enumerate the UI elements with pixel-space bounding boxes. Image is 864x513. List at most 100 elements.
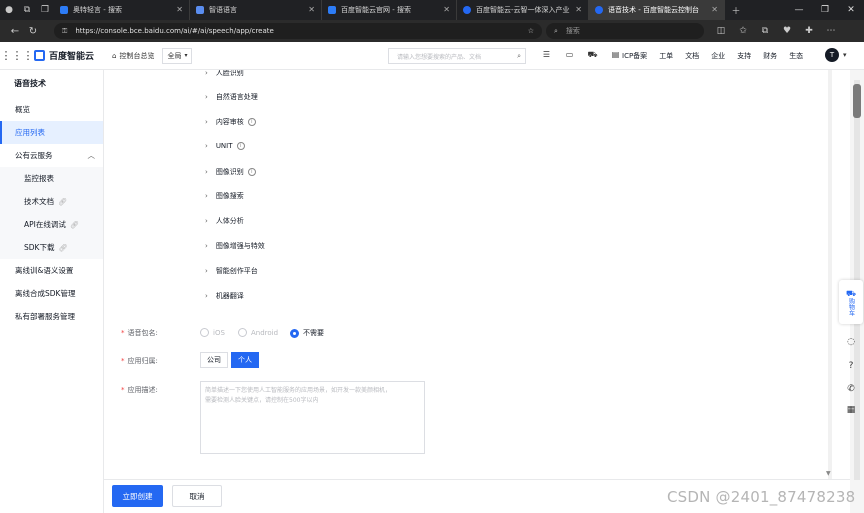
tree-item-creation[interactable]: › 智能创作平台 xyxy=(205,266,258,276)
browser-search-placeholder: 搜索 xyxy=(565,27,580,35)
sidebar-item-offline-train[interactable]: 离线训&语义设置 xyxy=(0,259,103,282)
console-overview-label: 控制台总览 xyxy=(119,51,155,60)
close-icon[interactable]: ✕ xyxy=(575,5,582,14)
sidebar-item-overview[interactable]: 概览 xyxy=(0,98,103,121)
browser-search-field[interactable]: ⌕ 搜索 xyxy=(546,23,704,39)
tree-item-image-enhance[interactable]: › 图像增强与特效 xyxy=(205,241,265,251)
cart-icon[interactable]: ⛟ xyxy=(581,50,604,60)
close-icon[interactable]: ✕ xyxy=(308,5,315,14)
tree-item-translation[interactable]: › 机器翻译 xyxy=(205,291,244,301)
browser-tab-4[interactable]: 百度智能云-云智一体深入产业 ✕ xyxy=(457,0,589,20)
sidebar-item-public-cloud[interactable]: 公有云服务 ︿ xyxy=(0,144,103,167)
content-scrollbar[interactable]: ▼ xyxy=(826,70,834,479)
extension-icon[interactable]: ♥ xyxy=(776,26,798,36)
header-search-input[interactable]: 请输入您想要搜索的产品、文档 ⌕ xyxy=(388,48,526,64)
maximize-icon[interactable]: ❐ xyxy=(812,5,838,15)
favorites-icon[interactable]: ✩ xyxy=(732,26,754,36)
tree-item-label: UNIT xyxy=(215,142,233,150)
sidebar-item-docs[interactable]: 技术文档 🔗︎ xyxy=(0,190,103,213)
sidebar-item-api-debug[interactable]: API在线调试 🔗︎ xyxy=(0,213,103,236)
required-mark: * xyxy=(121,329,125,337)
link-ticket[interactable]: 工单 xyxy=(659,51,673,61)
home-icon: ⌂ xyxy=(112,51,117,60)
sidebar-item-label: SDK下载 xyxy=(24,243,55,252)
workspaces-icon[interactable]: ⧉ xyxy=(18,0,36,20)
browser-tab-3[interactable]: 百度智能云官网 - 搜索 ✕ xyxy=(322,0,457,20)
browser-tab-2[interactable]: 智语语言 ✕ xyxy=(190,0,322,20)
tree-item-unit[interactable]: › UNIT i xyxy=(205,142,245,150)
owner-company-button[interactable]: 公司 xyxy=(200,352,228,368)
tree-item-image-search[interactable]: › 图像搜索 xyxy=(205,191,244,201)
chat-icon[interactable]: ◌ xyxy=(841,334,861,350)
qrcode-icon[interactable]: ▦ xyxy=(841,402,861,418)
phone-icon[interactable]: ✆ xyxy=(841,381,861,397)
sidebar-item-offline-sdk[interactable]: 离线合成SDK管理 xyxy=(0,282,103,305)
profile-icon[interactable]: ● xyxy=(0,0,18,20)
owner-personal-button[interactable]: 个人 xyxy=(231,352,259,368)
chevron-down-icon[interactable]: ▾ xyxy=(843,51,847,59)
region-select[interactable]: 全局 ▾ xyxy=(162,47,193,64)
refresh-icon[interactable]: ↻ xyxy=(24,26,42,37)
info-icon[interactable]: i xyxy=(247,118,256,126)
chevron-right-icon: › xyxy=(205,292,208,300)
split-screen-icon[interactable]: ◫ xyxy=(710,26,732,36)
avatar[interactable]: T xyxy=(825,48,839,62)
tree-item-body-analysis[interactable]: › 人体分析 xyxy=(205,216,244,226)
message-icon[interactable]: ▭ xyxy=(558,50,581,60)
tree-item-nlp[interactable]: › 自然语言处理 xyxy=(205,92,258,102)
create-button[interactable]: 立即创建 xyxy=(112,485,163,507)
tree-item-audit[interactable]: › 内容审核 i xyxy=(205,117,256,127)
favorite-star-icon[interactable]: ☆ xyxy=(528,27,534,35)
more-icon[interactable]: ⋯ xyxy=(820,26,842,36)
link-enterprise[interactable]: 企业 xyxy=(711,51,725,61)
cart-float-label: 购物车 xyxy=(847,297,855,316)
scroll-down-icon[interactable]: ▼ xyxy=(826,470,831,477)
info-icon[interactable]: i xyxy=(236,142,245,150)
menu-icon[interactable]: ☰ xyxy=(535,50,558,60)
sidebar-item-private-deploy[interactable]: 私有部署服务管理 xyxy=(0,305,103,328)
sidebar-item-monitor[interactable]: 监控报表 xyxy=(0,167,103,190)
radio-ios[interactable]: iOS xyxy=(200,328,225,337)
link-support[interactable]: 支持 xyxy=(737,51,751,61)
required-mark: * xyxy=(121,357,125,365)
close-window-icon[interactable]: ✕ xyxy=(838,5,864,15)
close-icon[interactable]: ✕ xyxy=(443,5,450,14)
help-icon[interactable]: ? xyxy=(841,358,861,374)
segment-label: 个人 xyxy=(238,356,252,364)
cancel-button[interactable]: 取消 xyxy=(172,485,222,507)
puzzle-icon[interactable]: ✚ xyxy=(798,26,820,36)
link-docs[interactable]: 文档 xyxy=(685,51,699,61)
info-icon[interactable]: i xyxy=(247,168,256,176)
console-overview-link[interactable]: ⌂ 控制台总览 xyxy=(112,51,154,61)
link-finance[interactable]: 财务 xyxy=(763,51,777,61)
tree-item-image-recognition[interactable]: › 图像识别 i xyxy=(205,167,256,177)
radio-android[interactable]: Android xyxy=(238,328,278,337)
sidebar-item-sdk[interactable]: SDK下载 🔗︎ xyxy=(0,236,103,259)
sidebar-item-app-list[interactable]: 应用列表 xyxy=(0,121,103,144)
browser-tab-1[interactable]: 奥特轻言 - 搜索 ✕ xyxy=(54,0,190,20)
close-icon[interactable]: ✕ xyxy=(176,5,183,14)
url-field[interactable]: ⚿ https://console.bce.baidu.com/ai/#/ai/… xyxy=(54,23,542,39)
apps-grid-icon[interactable]: ⋮⋮⋮ xyxy=(0,49,34,62)
tab-favicon-icon xyxy=(196,6,204,14)
browser-tab-5[interactable]: 语音技术 - 百度智能云控制台 ✕ xyxy=(589,0,725,20)
logo[interactable]: 百度智能云 xyxy=(34,49,94,62)
link-ecosystem[interactable]: 生态 xyxy=(789,51,803,61)
tree-item-label: 图像搜索 xyxy=(215,192,244,200)
sidebar-item-label: 离线训&语义设置 xyxy=(15,266,74,275)
link-icp[interactable]: ICP备案 xyxy=(622,51,647,61)
collections-icon[interactable]: ⧉ xyxy=(754,26,776,36)
new-tab-icon[interactable]: ＋ xyxy=(725,0,747,20)
radio-none[interactable]: 不需要 xyxy=(290,328,324,338)
radio-label: 不需要 xyxy=(303,329,324,337)
tab-list-icon[interactable]: ❐ xyxy=(36,0,54,20)
link-icon: 🔗︎ xyxy=(58,244,68,252)
scrollbar-thumb[interactable] xyxy=(853,84,861,118)
back-icon[interactable]: ← xyxy=(6,26,24,37)
minimize-icon[interactable]: — xyxy=(786,5,812,15)
cart-float-button[interactable]: ⛟ 购物车 xyxy=(839,280,863,324)
search-icon[interactable]: ⌕ xyxy=(517,52,521,61)
tree-item-face[interactable]: › 人脸识别 xyxy=(205,70,244,78)
app-description-textarea[interactable]: 简单描述一下您使用人工智能服务的应用场景，如开发一款美颜相机， 需要检测人脸关键… xyxy=(200,381,425,454)
close-icon[interactable]: ✕ xyxy=(711,5,718,14)
